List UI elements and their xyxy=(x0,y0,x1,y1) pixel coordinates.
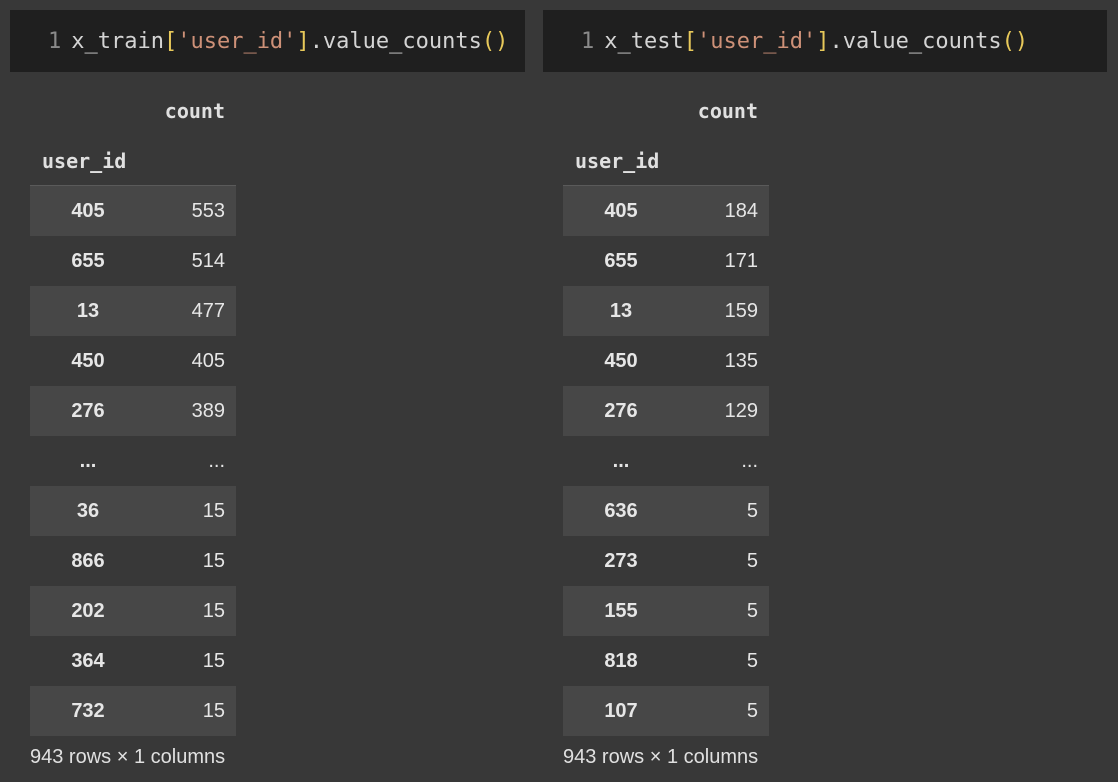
table-row: 155 5 xyxy=(563,586,769,636)
row-index: ... xyxy=(79,449,97,472)
line-number: 1 xyxy=(581,28,595,54)
table-row: 36 15 xyxy=(30,486,236,536)
table-row: 405 553 xyxy=(30,186,236,236)
row-value: 5 xyxy=(746,549,758,572)
row-value: 553 xyxy=(191,199,225,222)
row-index: 636 xyxy=(604,499,638,522)
table-row: 273 5 xyxy=(563,536,769,586)
code-variable: x_train xyxy=(71,28,164,54)
table-row: 276 389 xyxy=(30,386,236,436)
table-row: 655 514 xyxy=(30,236,236,286)
table-body: 405 553 655 514 13 477 450 405 276 389...... 36 15 8… xyxy=(30,186,525,736)
code-close-bracket: ] xyxy=(296,28,310,54)
row-index: 450 xyxy=(71,349,105,372)
table-row: 818 5 xyxy=(563,636,769,686)
column-header: count xyxy=(697,99,758,123)
table-row: 276 129 xyxy=(563,386,769,436)
row-value: 5 xyxy=(746,699,758,722)
index-name: user_id xyxy=(563,136,769,186)
table-row: 405 184 xyxy=(563,186,769,236)
code-input[interactable]: 1 x_test['user_id'] .value_counts() xyxy=(543,10,1107,72)
row-index: 13 xyxy=(609,299,633,322)
code-string: 'user_id' xyxy=(177,28,297,54)
row-value: 15 xyxy=(202,649,225,672)
row-value: 477 xyxy=(191,299,225,322)
row-index: 866 xyxy=(71,549,105,572)
row-index: 202 xyxy=(71,599,105,622)
row-value: 129 xyxy=(724,399,758,422)
code-open-bracket: [ xyxy=(683,28,697,54)
row-value: 184 xyxy=(724,199,758,222)
row-index: 107 xyxy=(604,699,638,722)
row-index: ... xyxy=(612,449,630,472)
row-index: 276 xyxy=(604,399,638,422)
code-close-bracket: ] xyxy=(816,28,830,54)
row-value: 171 xyxy=(724,249,758,272)
notebook-cell-test: 1 x_test['user_id'] .value_counts() count … xyxy=(543,10,1107,769)
row-index: 364 xyxy=(71,649,105,672)
row-value: ... xyxy=(741,449,758,472)
code-variable: x_test xyxy=(604,28,684,54)
table-row: ...... xyxy=(30,436,236,486)
table-row: 364 15 xyxy=(30,636,236,686)
line-number: 1 xyxy=(48,28,62,54)
row-index: 818 xyxy=(604,649,638,672)
row-index: 655 xyxy=(604,249,638,272)
table-row: 13 159 xyxy=(563,286,769,336)
row-index: 155 xyxy=(604,599,638,622)
row-index: 450 xyxy=(604,349,638,372)
row-index: 276 xyxy=(71,399,105,422)
row-value: 135 xyxy=(724,349,758,372)
table-footer: 943 rows × 1 columns xyxy=(30,746,226,768)
table-row: 107 5 xyxy=(563,686,769,736)
row-value: 5 xyxy=(746,499,758,522)
code-string: 'user_id' xyxy=(696,28,817,54)
table-row: 13 477 xyxy=(30,286,236,336)
table-row: 655 171 xyxy=(563,236,769,286)
row-index: 405 xyxy=(71,199,105,222)
row-index: 36 xyxy=(76,499,100,522)
row-value: 15 xyxy=(202,499,225,522)
code-open-bracket: [ xyxy=(163,28,178,54)
row-index: 405 xyxy=(604,199,638,222)
row-index: 732 xyxy=(71,699,105,722)
row-value: 15 xyxy=(202,599,225,622)
row-value: 159 xyxy=(724,299,758,322)
code-method: .value_counts xyxy=(309,28,482,54)
code-parens: () xyxy=(481,28,509,54)
code-input[interactable]: 1 x_train['user_id'] .value_counts() xyxy=(10,10,525,72)
code-method: .value_counts xyxy=(829,28,1002,54)
row-index: 655 xyxy=(71,249,105,272)
row-value: ... xyxy=(208,449,225,472)
table-row: ...... xyxy=(563,436,769,486)
table-row: 450 405 xyxy=(30,336,236,386)
cell-output: count user_id 405 184 655 171 13 159 450 135 276… xyxy=(563,86,1107,769)
code-parens: () xyxy=(1001,28,1029,54)
notebook-cell-train: 1 x_train['user_id'] .value_counts() count… xyxy=(10,10,525,769)
row-value: 5 xyxy=(746,599,758,622)
table-footer: 943 rows × 1 columns xyxy=(563,746,759,768)
row-value: 405 xyxy=(191,349,225,372)
table-row: 636 5 xyxy=(563,486,769,536)
row-value: 5 xyxy=(746,649,758,672)
table-row: 202 15 xyxy=(30,586,236,636)
row-index: 273 xyxy=(604,549,638,572)
table-row: 866 15 xyxy=(30,536,236,586)
row-value: 15 xyxy=(202,549,225,572)
row-value: 514 xyxy=(191,249,225,272)
table-row: 450 135 xyxy=(563,336,769,386)
index-name: user_id xyxy=(30,136,236,186)
column-header: count xyxy=(164,99,225,123)
cell-output: count user_id 405 553 655 514 13 477 450 405 276… xyxy=(30,86,525,769)
table-body: 405 184 655 171 13 159 450 135 276 129...... 636 5 2… xyxy=(563,186,1107,736)
row-value: 15 xyxy=(202,699,225,722)
row-index: 13 xyxy=(76,299,100,322)
row-value: 389 xyxy=(191,399,225,422)
table-row: 732 15 xyxy=(30,686,236,736)
